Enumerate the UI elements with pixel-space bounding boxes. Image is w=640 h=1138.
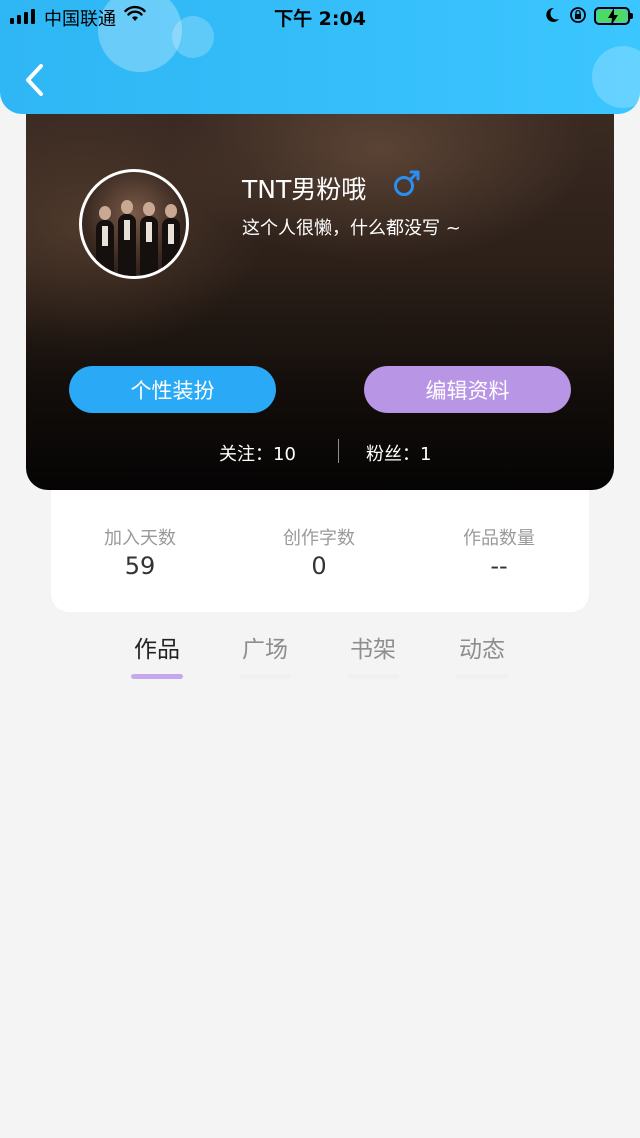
stat-label: 作品数量: [463, 528, 535, 549]
stat-word-count: 创作字数 0: [249, 524, 389, 580]
divider: [338, 439, 339, 463]
tab-works[interactable]: 作品: [127, 630, 187, 679]
stats-card: 加入天数 59 创作字数 0 作品数量 --: [51, 470, 589, 612]
profile-card: TNT男粉哦 这个人很懒，什么都没写 ~ 个性装扮 编辑资料 关注：10 粉丝：…: [26, 112, 614, 490]
tab-label: 作品: [134, 637, 180, 663]
moon-icon: [544, 6, 560, 29]
status-bar: 中国联通 下午 2:04: [0, 0, 640, 32]
tab-label: 广场: [242, 637, 288, 663]
tab-underline: [347, 674, 399, 679]
customize-button[interactable]: 个性装扮: [69, 366, 276, 413]
battery-icon: [594, 7, 633, 26]
username: TNT男粉哦: [242, 175, 367, 204]
top-header: 中国联通 下午 2:04: [0, 0, 640, 114]
stat-label: 创作字数: [283, 528, 355, 549]
avatar[interactable]: [79, 169, 189, 279]
tab-label: 书架: [350, 637, 396, 663]
stat-value: 0: [311, 552, 327, 580]
chevron-left-icon: [26, 64, 43, 96]
stat-works-count: 作品数量 --: [429, 524, 569, 580]
tab-bar: 作品 广场 书架 动态: [0, 630, 640, 680]
male-icon: [392, 168, 422, 202]
tab-underline: [131, 674, 183, 679]
decorative-bubble: [592, 46, 640, 108]
stat-value: 59: [124, 552, 156, 580]
tab-bookshelf[interactable]: 书架: [343, 630, 403, 679]
tab-label: 动态: [459, 637, 505, 663]
orientation-lock-icon: [569, 6, 587, 29]
stat-join-days: 加入天数 59: [70, 524, 210, 580]
stat-value: --: [490, 552, 508, 580]
tab-underline: [239, 674, 291, 679]
following-count[interactable]: 关注：10: [219, 440, 296, 466]
bio-text: 这个人很懒，什么都没写 ~: [242, 218, 461, 239]
tab-square[interactable]: 广场: [235, 630, 295, 679]
edit-profile-button[interactable]: 编辑资料: [364, 366, 571, 413]
stat-label: 加入天数: [104, 528, 176, 549]
tab-underline: [456, 674, 508, 679]
follow-stats: 关注：10 粉丝：1: [26, 437, 614, 467]
tab-activity[interactable]: 动态: [452, 630, 512, 679]
back-button[interactable]: [18, 58, 52, 102]
fans-count[interactable]: 粉丝：1: [366, 440, 431, 466]
